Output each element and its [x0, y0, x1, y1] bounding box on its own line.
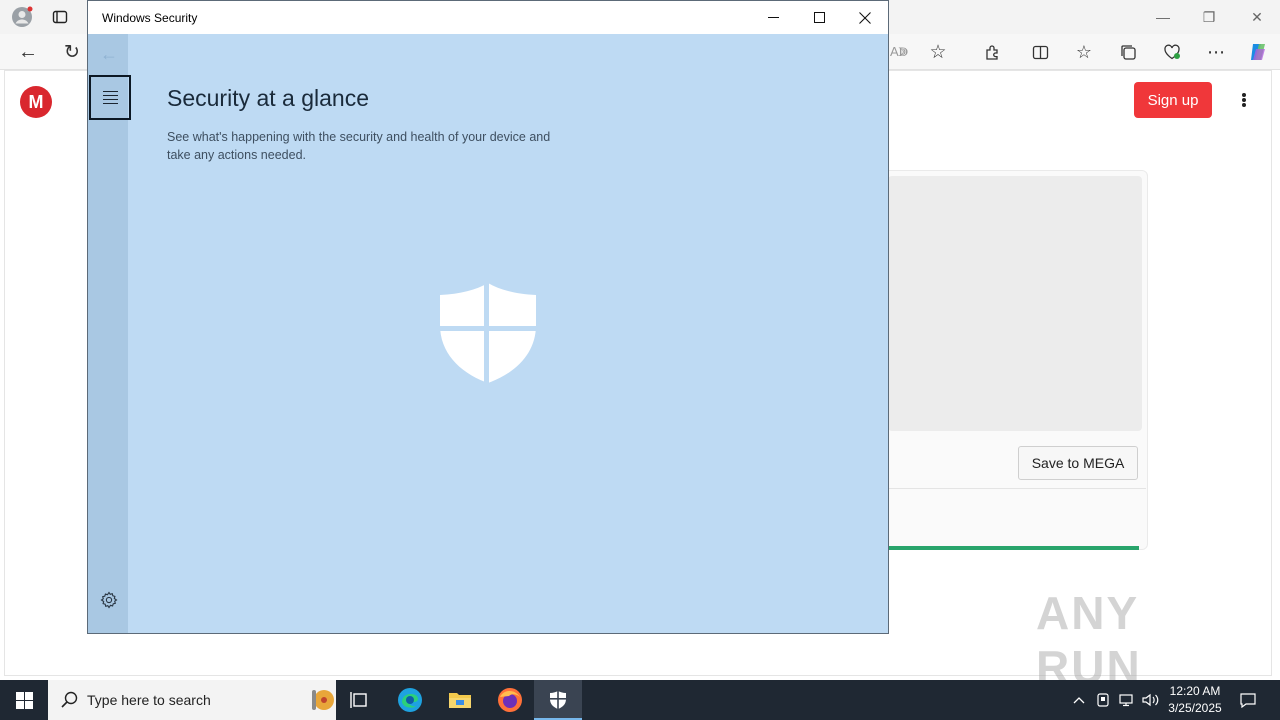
profile-avatar-icon[interactable] [10, 5, 34, 29]
device-tray-icon[interactable] [1092, 680, 1114, 720]
windows-security-window: Windows Security ← Security at a glance … [87, 0, 889, 634]
download-progress-bar [888, 546, 1139, 550]
read-aloud-icon[interactable]: Aↇ [888, 40, 910, 64]
start-button-icon[interactable] [0, 680, 48, 720]
ws-maximize-icon[interactable] [796, 1, 842, 34]
more-icon[interactable]: ⋯ [1204, 40, 1228, 64]
sign-up-button[interactable]: Sign up [1134, 82, 1212, 118]
collections-icon[interactable] [1116, 40, 1140, 64]
anyrun-watermark: ANY RUN [1036, 587, 1142, 693]
ws-back-icon[interactable]: ← [98, 44, 120, 64]
taskbar-clock[interactable]: 12:20 AM 3/25/2025 [1162, 683, 1228, 717]
edge-icon[interactable] [386, 680, 434, 720]
network-icon[interactable] [1116, 680, 1138, 720]
search-highlight-icon [310, 684, 334, 720]
ws-titlebar: Windows Security [88, 1, 888, 34]
tab-actions-icon[interactable] [50, 7, 70, 27]
browser-close-icon[interactable]: ✕ [1234, 0, 1280, 34]
favorite-star-icon[interactable]: ☆ [926, 40, 950, 64]
notifications-icon[interactable] [1234, 680, 1262, 720]
windows-security-icon[interactable] [534, 680, 582, 720]
browser-essentials-icon[interactable] [1160, 40, 1184, 64]
mega-logo[interactable]: M [20, 86, 52, 118]
shield-icon [438, 281, 538, 385]
search-icon [61, 691, 78, 713]
clock-time: 12:20 AM [1169, 684, 1221, 698]
ws-close-icon[interactable] [842, 1, 888, 34]
file-explorer-icon[interactable] [436, 680, 484, 720]
save-to-mega-button[interactable]: Save to MEGA [1018, 446, 1138, 480]
extensions-icon[interactable] [980, 40, 1004, 64]
ws-menu-icon[interactable] [89, 75, 131, 120]
ws-minimize-icon[interactable] [750, 1, 796, 34]
ws-settings-gear-icon[interactable] [100, 591, 118, 609]
back-icon[interactable]: ← [16, 40, 40, 64]
page-menu-icon[interactable] [1236, 88, 1252, 112]
volume-icon[interactable] [1140, 680, 1162, 720]
refresh-icon[interactable]: ↻ [60, 40, 84, 64]
show-hidden-icons-icon[interactable] [1068, 680, 1090, 720]
page-title: Security at a glance [167, 85, 370, 111]
task-view-icon[interactable] [336, 680, 384, 720]
favorites-icon[interactable]: ☆ [1072, 40, 1096, 64]
browser-restore-icon[interactable]: ❐ [1186, 0, 1232, 34]
ws-window-title: Windows Security [102, 11, 198, 25]
split-screen-icon[interactable] [1028, 40, 1052, 64]
clock-date: 3/25/2025 [1168, 701, 1222, 715]
taskbar: Type here to search 12:20 AM 3/25/2025 [0, 680, 1280, 720]
taskbar-search-box[interactable]: Type here to search [48, 680, 336, 720]
firefox-icon[interactable] [486, 680, 534, 720]
search-placeholder: Type here to search [87, 692, 211, 708]
download-progress-fill [888, 546, 1139, 550]
browser-minimize-icon[interactable]: — [1140, 0, 1186, 34]
file-preview [888, 176, 1142, 431]
card-divider [888, 488, 1146, 489]
page-description: See what's happening with the security a… [167, 130, 551, 162]
ws-navigation-pane [88, 34, 128, 633]
copilot-icon[interactable] [1246, 40, 1270, 64]
